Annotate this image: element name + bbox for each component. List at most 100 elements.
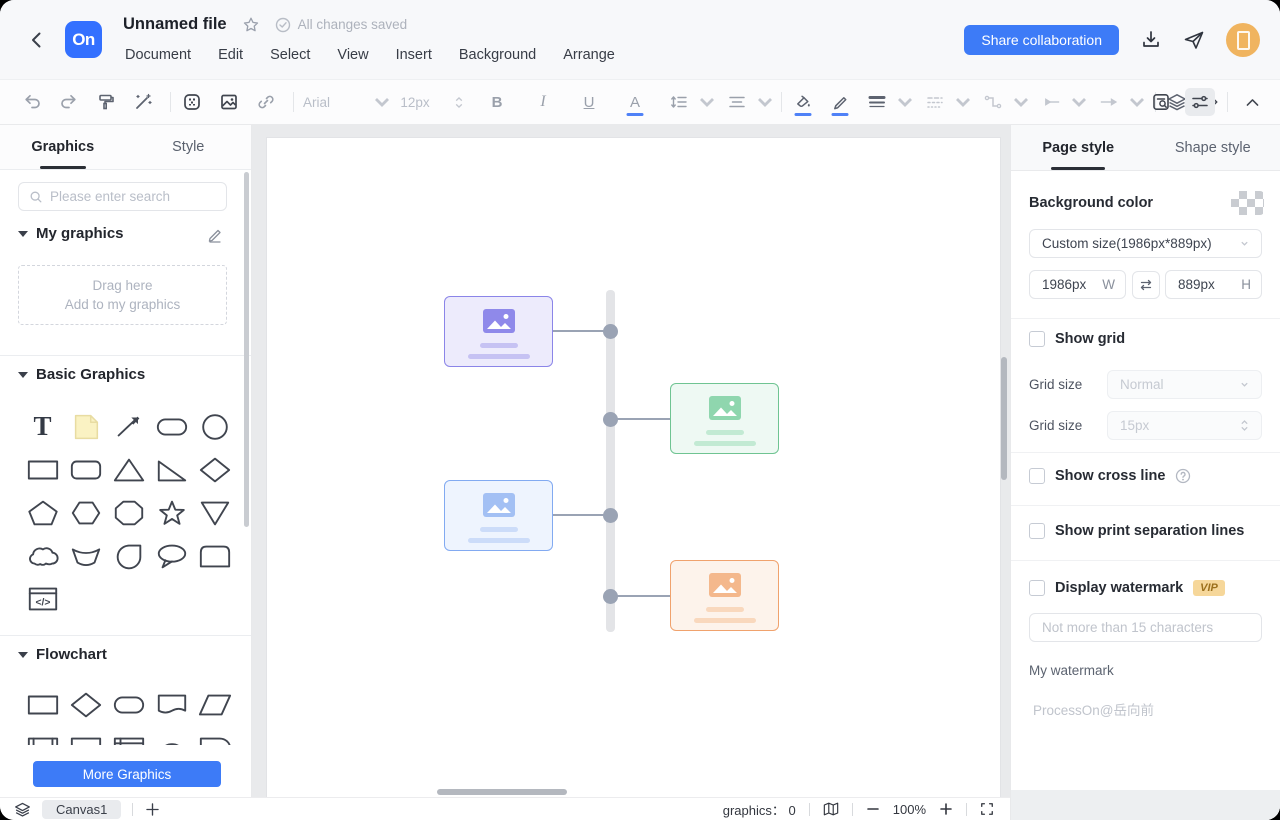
timeline-dot[interactable] <box>603 507 618 523</box>
shape-predefined-process[interactable] <box>21 726 64 745</box>
edit-pencil-icon[interactable] <box>207 227 223 243</box>
fill-color-icon[interactable] <box>791 88 815 116</box>
width-input[interactable]: 1986px W <box>1029 270 1126 299</box>
app-logo[interactable]: On <box>65 21 102 58</box>
help-icon[interactable] <box>1175 468 1191 484</box>
line-style-caret-icon[interactable] <box>949 88 973 116</box>
connector-line[interactable] <box>553 330 604 332</box>
zoom-level[interactable]: 100% <box>893 802 926 817</box>
line-weight-icon[interactable] <box>865 88 889 116</box>
arrow-start-caret-icon[interactable] <box>1065 88 1089 116</box>
doc-search-icon[interactable] <box>1149 88 1173 116</box>
page-size-select[interactable]: Custom size(1986px*889px) <box>1029 229 1262 258</box>
flowchart-header[interactable]: Flowchart <box>18 646 107 663</box>
shape-stadium[interactable] <box>150 405 193 448</box>
collapse-toolbar-icon[interactable] <box>1240 88 1264 116</box>
minimap-icon[interactable] <box>823 801 839 817</box>
timeline-bar[interactable] <box>606 290 615 632</box>
back-icon[interactable] <box>26 29 48 51</box>
panel-settings-icon[interactable] <box>1185 88 1215 116</box>
tab-page-style[interactable]: Page style <box>1011 125 1146 170</box>
shape-hexagon[interactable] <box>64 491 107 534</box>
timeline-card-1[interactable] <box>444 296 553 367</box>
shape-cloud[interactable] <box>21 534 64 577</box>
shape-pentagon[interactable] <box>21 491 64 534</box>
tab-shape-style[interactable]: Shape style <box>1146 125 1280 170</box>
favorite-star-icon[interactable] <box>242 16 260 34</box>
line-style-icon[interactable] <box>923 88 947 116</box>
menu-arrange[interactable]: Arrange <box>563 47 615 63</box>
line-color-icon[interactable] <box>828 88 852 116</box>
shape-text[interactable]: T <box>21 405 64 448</box>
canvas-tab[interactable]: Canvas1 <box>42 799 122 819</box>
download-icon[interactable] <box>1140 29 1162 51</box>
shape-parallelogram[interactable] <box>193 683 236 726</box>
height-input[interactable]: 889px H <box>1165 270 1262 299</box>
font-size-stepper[interactable] <box>445 88 469 116</box>
watermark-text-input[interactable] <box>1029 613 1262 642</box>
shape-inverted-triangle[interactable] <box>193 491 236 534</box>
display-watermark-checkbox[interactable] <box>1029 580 1045 596</box>
show-cross-line-checkbox[interactable] <box>1029 468 1045 484</box>
shape-circle[interactable] <box>193 405 236 448</box>
connector-line[interactable] <box>617 595 670 597</box>
show-grid-checkbox[interactable] <box>1029 331 1045 347</box>
timeline-dot[interactable] <box>603 588 618 604</box>
send-icon[interactable] <box>1183 29 1205 51</box>
add-canvas-icon[interactable] <box>144 801 161 818</box>
font-family-select[interactable]: Arial <box>303 88 355 116</box>
line-spacing-icon[interactable] <box>667 88 691 116</box>
sidebar-scrollbar[interactable] <box>244 172 249 527</box>
arrow-end-icon[interactable] <box>1097 88 1121 116</box>
shape-document[interactable] <box>150 683 193 726</box>
menu-view[interactable]: View <box>337 47 368 63</box>
link-icon[interactable] <box>254 88 278 116</box>
vertical-scrollbar[interactable] <box>1001 357 1007 480</box>
transparency-fill-icon[interactable] <box>180 88 204 116</box>
line-spacing-caret-icon[interactable] <box>693 88 717 116</box>
graphics-search[interactable] <box>18 182 227 211</box>
underline-button[interactable]: U <box>577 88 601 116</box>
connector-line[interactable] <box>553 514 604 516</box>
timeline-card-2[interactable] <box>670 383 779 454</box>
fullscreen-icon[interactable] <box>980 802 994 816</box>
shape-diamond[interactable] <box>193 448 236 491</box>
show-print-checkbox[interactable] <box>1029 523 1045 539</box>
tab-style[interactable]: Style <box>126 125 252 169</box>
shape-arrow[interactable] <box>107 405 150 448</box>
timeline-dot[interactable] <box>603 411 618 427</box>
bold-button[interactable]: B <box>485 88 509 116</box>
document-title[interactable]: Unnamed file <box>123 15 227 34</box>
menu-insert[interactable]: Insert <box>396 47 432 63</box>
shape-terminator[interactable] <box>107 683 150 726</box>
font-family-caret-icon[interactable] <box>368 88 392 116</box>
font-size-input[interactable]: 12px <box>398 88 432 116</box>
insert-image-icon[interactable] <box>217 88 241 116</box>
menu-document[interactable]: Document <box>125 47 191 63</box>
menu-select[interactable]: Select <box>270 47 310 63</box>
timeline-card-3[interactable] <box>444 480 553 551</box>
canvas-page[interactable] <box>267 138 1000 797</box>
timeline-card-4[interactable] <box>670 560 779 631</box>
drag-drop-zone[interactable]: Drag here Add to my graphics <box>18 265 227 325</box>
zoom-in-icon[interactable] <box>939 802 953 816</box>
shape-teardrop[interactable] <box>107 534 150 577</box>
my-graphics-header[interactable]: My graphics <box>18 225 124 242</box>
magic-wand-icon[interactable] <box>131 88 155 116</box>
shape-code-block[interactable]: </> <box>21 577 64 620</box>
shape-octagon[interactable] <box>107 491 150 534</box>
share-collaboration-button[interactable]: Share collaboration <box>964 25 1119 55</box>
canvas-area[interactable] <box>252 125 1010 797</box>
undo-icon[interactable] <box>20 88 44 116</box>
line-weight-caret-icon[interactable] <box>891 88 915 116</box>
watermark-value[interactable]: ProcessOn@岳向前 <box>1033 699 1154 719</box>
shape-rounded-top-rectangle[interactable] <box>193 534 236 577</box>
tab-graphics[interactable]: Graphics <box>0 125 126 169</box>
shape-note[interactable] <box>64 405 107 448</box>
menu-edit[interactable]: Edit <box>218 47 243 63</box>
pages-layers-icon[interactable] <box>14 801 31 818</box>
shape-speech-bubble[interactable] <box>150 534 193 577</box>
format-painter-icon[interactable] <box>94 88 118 116</box>
connector-type-icon[interactable] <box>981 88 1005 116</box>
text-align-caret-icon[interactable] <box>751 88 775 116</box>
